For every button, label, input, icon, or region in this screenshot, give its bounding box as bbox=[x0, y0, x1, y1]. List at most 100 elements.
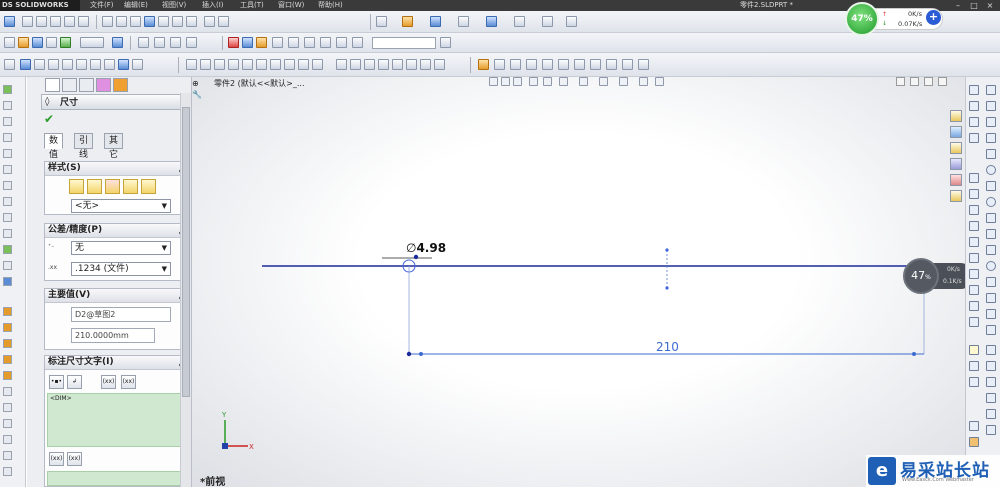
ambient-icon[interactable] bbox=[288, 37, 299, 48]
hide-show-icon[interactable] bbox=[138, 37, 149, 48]
graphics-viewport[interactable]: ⊕🔧 零件2 (默认<<默认>_... Y X ∅4.98 210 *前视 bbox=[192, 77, 965, 487]
dropdown-apply-icon[interactable] bbox=[440, 37, 451, 48]
tangent-icon[interactable] bbox=[969, 253, 979, 263]
pan-icon[interactable] bbox=[64, 16, 75, 27]
instant-2d-icon[interactable] bbox=[969, 437, 979, 447]
menu-view[interactable]: 视图(V) bbox=[162, 0, 186, 11]
dimxpert-icon[interactable] bbox=[62, 59, 73, 70]
view-top-icon[interactable] bbox=[144, 16, 155, 27]
rotate-icon[interactable] bbox=[50, 16, 61, 27]
offset-tool-icon[interactable] bbox=[986, 325, 996, 335]
ellipse-icon[interactable] bbox=[298, 59, 309, 70]
strip-tool-icon[interactable] bbox=[3, 355, 12, 364]
custom-properties-icon[interactable] bbox=[950, 190, 962, 202]
circle-icon[interactable] bbox=[242, 59, 253, 70]
minimize-icon[interactable]: – bbox=[952, 0, 964, 11]
strip-tool-icon[interactable] bbox=[3, 451, 12, 460]
xx-button-1[interactable]: (xx) bbox=[101, 375, 116, 389]
sketch-mode-icon[interactable] bbox=[20, 59, 31, 70]
style-group-header[interactable]: 样式(S) ︽ bbox=[45, 162, 190, 176]
precision-select[interactable]: .1234 (文件) ▼ bbox=[71, 262, 171, 276]
tolerance-group-header[interactable]: 公差/精度(P) ︽ bbox=[45, 224, 190, 238]
strip-tool-icon[interactable] bbox=[3, 229, 12, 238]
tab-config-manager[interactable] bbox=[79, 78, 94, 92]
text-tool-icon[interactable] bbox=[986, 277, 996, 287]
view-back-icon[interactable] bbox=[116, 16, 127, 27]
centerline-icon[interactable] bbox=[969, 117, 979, 127]
dimension-text-area[interactable]: <DIM> bbox=[47, 393, 188, 447]
save-style-icon[interactable] bbox=[123, 179, 138, 194]
fillet-icon[interactable] bbox=[312, 59, 323, 70]
config-dropdown[interactable] bbox=[372, 37, 436, 49]
rectangle-icon[interactable] bbox=[214, 59, 225, 70]
strip-tool-icon[interactable] bbox=[3, 419, 12, 428]
move-tool-icon[interactable] bbox=[986, 393, 996, 403]
tolerance-type-select[interactable]: 无 ▼ bbox=[71, 241, 171, 255]
new-doc-icon[interactable] bbox=[4, 37, 15, 48]
strip-tool-icon[interactable] bbox=[3, 261, 12, 270]
strip-tool-icon[interactable] bbox=[3, 307, 12, 316]
strip-tool-icon[interactable] bbox=[3, 117, 12, 126]
view-bottom-icon[interactable] bbox=[186, 16, 197, 27]
sketch-icon[interactable] bbox=[4, 16, 15, 27]
move-icon[interactable] bbox=[392, 59, 403, 70]
primary-value-group-header[interactable]: 主要值(V) ︽ bbox=[45, 289, 190, 303]
view-iso-icon[interactable] bbox=[158, 16, 169, 27]
line-icon[interactable] bbox=[200, 59, 211, 70]
file-explorer-icon[interactable] bbox=[950, 142, 962, 154]
solidworks-resources-icon[interactable] bbox=[950, 110, 962, 122]
polygon-tool-icon[interactable] bbox=[986, 261, 996, 271]
rebuild-icon[interactable] bbox=[566, 16, 577, 27]
close-icon[interactable]: × bbox=[984, 0, 996, 11]
select-pointer-icon[interactable] bbox=[80, 37, 104, 48]
zoom-icon[interactable] bbox=[78, 16, 89, 27]
view-trimetric-icon[interactable] bbox=[218, 16, 229, 27]
pattern-tool-icon[interactable] bbox=[986, 377, 996, 387]
strip-tool-icon[interactable] bbox=[3, 85, 12, 94]
view-left-icon[interactable] bbox=[130, 16, 141, 27]
tab-feature-tree[interactable] bbox=[62, 78, 77, 92]
extrude-icon[interactable] bbox=[478, 59, 489, 70]
strip-tool-icon[interactable] bbox=[3, 467, 12, 476]
plane-tool-icon[interactable] bbox=[986, 293, 996, 303]
line-draw-icon[interactable] bbox=[986, 117, 996, 127]
active-tool-icon[interactable] bbox=[969, 345, 979, 355]
redo-icon[interactable] bbox=[514, 16, 525, 27]
strip-tool-icon[interactable] bbox=[3, 435, 12, 444]
fillet-feature-icon[interactable] bbox=[574, 59, 585, 70]
menu-window[interactable]: 窗口(W) bbox=[278, 0, 304, 11]
tab-leaders[interactable]: 引线 bbox=[74, 133, 94, 160]
rotate-tool-icon[interactable] bbox=[986, 409, 996, 419]
menu-help[interactable]: 帮助(H) bbox=[318, 0, 343, 11]
menu-insert[interactable]: 插入(I) bbox=[202, 0, 224, 11]
diameter-dimension[interactable]: ∅4.98 bbox=[406, 241, 446, 255]
smart-dimension-icon[interactable] bbox=[186, 59, 197, 70]
dimension-text-group-header[interactable]: 标注尺寸文字(I) ︽ bbox=[45, 356, 190, 370]
slot-tool-icon[interactable] bbox=[986, 149, 996, 159]
features-icon[interactable] bbox=[34, 59, 45, 70]
offset-icon[interactable] bbox=[364, 59, 375, 70]
point-icon[interactable] bbox=[969, 133, 979, 143]
view-palette-icon[interactable] bbox=[950, 158, 962, 170]
add-style-icon[interactable] bbox=[87, 179, 102, 194]
strip-tool-icon[interactable] bbox=[3, 101, 12, 110]
save-doc-icon[interactable] bbox=[32, 37, 43, 48]
fillet-tool-icon[interactable] bbox=[986, 245, 996, 255]
perspective-icon[interactable] bbox=[304, 37, 315, 48]
origin-icon[interactable] bbox=[4, 59, 15, 70]
extend-tool-icon[interactable] bbox=[986, 361, 996, 371]
collinear-icon[interactable] bbox=[969, 317, 979, 327]
apply-style-icon[interactable] bbox=[69, 179, 84, 194]
hole-icon[interactable] bbox=[558, 59, 569, 70]
construction-icon[interactable] bbox=[969, 361, 979, 371]
scale-tool-icon[interactable] bbox=[986, 425, 996, 435]
leader-text-icon[interactable]: ↲ bbox=[67, 375, 82, 389]
strip-tool-icon[interactable] bbox=[3, 339, 12, 348]
tab-other[interactable]: 其它 bbox=[104, 133, 124, 160]
shell-icon[interactable] bbox=[606, 59, 617, 70]
strip-tool-icon[interactable] bbox=[3, 181, 12, 190]
zoom-fit-icon[interactable] bbox=[22, 16, 33, 27]
xx-button-3[interactable]: (xx) bbox=[49, 452, 64, 466]
rectangle-tool-icon[interactable] bbox=[986, 133, 996, 143]
mirror-icon[interactable] bbox=[378, 59, 389, 70]
